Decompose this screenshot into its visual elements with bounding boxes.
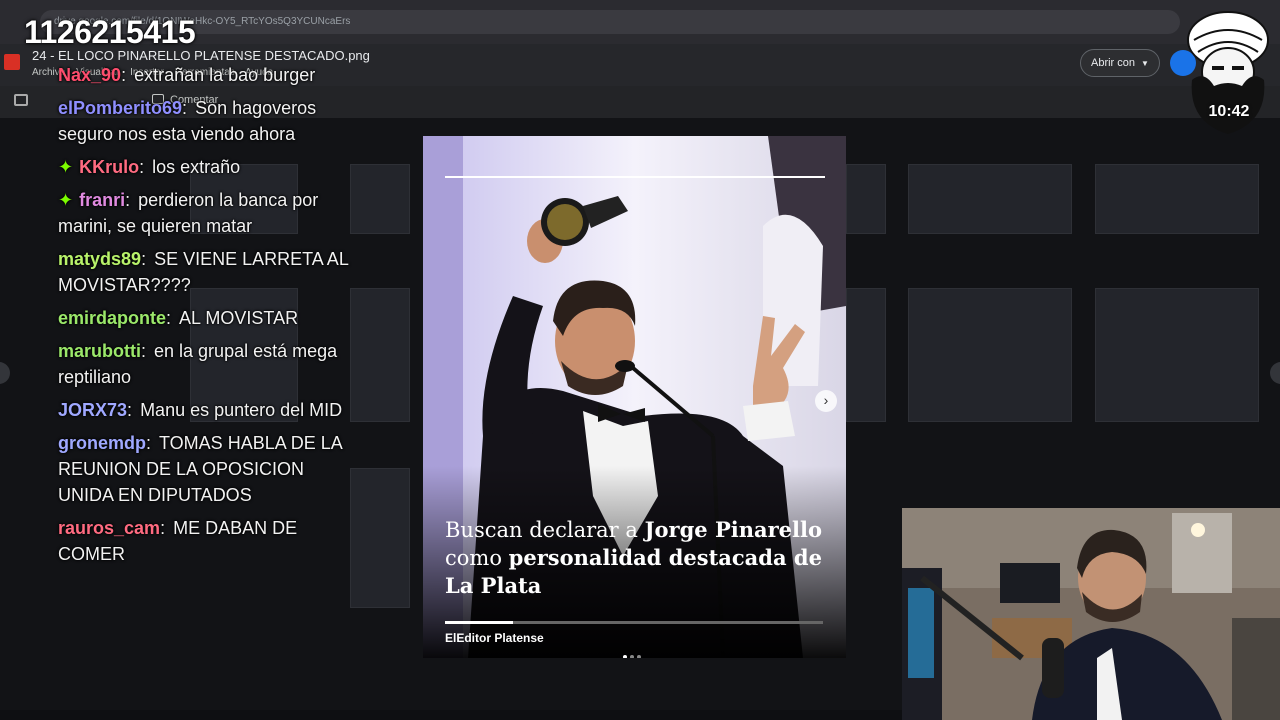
chat-separator: : [139,157,145,177]
slide-progress-fill [445,621,514,624]
chat-separator: : [182,98,188,118]
story-progress-fill [445,176,825,178]
chat-username[interactable]: KKrulo [79,157,139,177]
screen: drive.google.com/file/d/1ONIWeHkc-OY5_RT… [0,0,1280,720]
headline-name: Jorge Pinarello [644,517,822,542]
carousel-dot-active[interactable] [623,655,627,658]
file-thumbnail[interactable] [1095,288,1259,422]
chat-feed: Nax_90: extrañan la bao burger elPomberito… [58,62,358,574]
publisher-brand: ElEditor Platense [445,631,544,645]
chat-message: Nax_90: extrañan la bao burger [58,62,358,88]
chat-separator: : [141,341,147,361]
chat-username[interactable]: rauros_cam [58,518,160,538]
file-thumbnail[interactable] [350,288,410,422]
chat-separator: : [166,308,172,328]
chat-username[interactable]: franri [79,190,125,210]
chat-username[interactable]: marubotti [58,341,141,361]
chevron-right-icon[interactable]: › [815,390,837,412]
file-thumbnail[interactable] [350,164,410,234]
file-thumbnail[interactable] [908,288,1072,422]
chat-message: elPomberito69: Son hagoveros seguro nos e… [58,95,358,147]
chat-message: ✦ franri: perdieron la banca por marini, s… [58,187,358,239]
headline-part-2: como [445,546,502,570]
stream-id-number: 1126215415 [24,14,196,50]
sparkle-icon: ✦ [58,190,74,210]
open-with-label: Abrir con [1091,57,1136,69]
chat-message: emirdaponte: AL MOVISTAR [58,305,358,331]
post-image: › Buscan declarar a Jorge Pinarello como… [423,136,846,658]
chat-message: gronemdp: TOMAS HABLA DE LA REUNION DE LA… [58,430,358,508]
chat-message: JORX73: Manu es puntero del MID [58,397,358,423]
file-thumbnail[interactable] [350,468,410,608]
chat-username[interactable]: elPomberito69 [58,98,182,118]
caret-down-icon: ▼ [1141,59,1149,68]
carousel-dot[interactable] [637,655,641,658]
image-file-icon [4,54,20,70]
chat-text: extrañan la bao burger [134,65,316,85]
carousel-dots [623,646,644,658]
chat-text: Manu es puntero del MID [140,400,343,420]
chat-message: ✦ KKrulo: los extraño [58,154,358,180]
chat-separator: : [160,518,166,538]
carousel-dot[interactable] [630,655,634,658]
headline-part-1: Buscan declarar a [445,518,638,542]
chat-message: rauros_cam: ME DABAN DE COMER [58,515,358,567]
chat-separator: : [127,400,133,420]
post-headline: Buscan declarar a Jorge Pinarello como p… [445,516,835,600]
chat-separator: : [121,65,127,85]
chat-separator: : [146,433,152,453]
headline-part-3: personalidad destacada de La Plata [445,545,822,598]
file-thumbnail[interactable] [908,164,1072,234]
chat-separator: : [141,249,147,269]
stream-timer: 10:42 [1208,103,1250,120]
chat-username[interactable]: matyds89 [58,249,141,269]
file-thumbnail[interactable] [846,164,886,234]
url-field[interactable]: drive.google.com/file/d/1ONIWeHkc-OY5_RT… [40,10,1180,34]
file-thumbnail[interactable] [846,288,886,422]
chat-username[interactable]: gronemdp [58,433,146,453]
chat-text: AL MOVISTAR [179,308,299,328]
chat-separator: : [125,190,131,210]
chat-text: los extraño [152,157,241,177]
webcam-feed [902,508,1280,720]
file-thumbnail[interactable] [1095,164,1259,234]
slide-progress-track [445,621,823,624]
open-with-button[interactable]: Abrir con ▼ [1080,49,1160,77]
chat-message: marubotti: en la grupal está mega reptili… [58,338,358,390]
chat-username[interactable]: JORX73 [58,400,127,420]
chat-message: matyds89: SE VIENE LARRETA AL MOVISTAR???… [58,246,358,298]
print-icon[interactable] [14,94,28,106]
chat-username[interactable]: Nax_90 [58,65,121,85]
chat-username[interactable]: emirdaponte [58,308,166,328]
sparkle-icon: ✦ [58,157,74,177]
webcam-image [902,508,1280,720]
